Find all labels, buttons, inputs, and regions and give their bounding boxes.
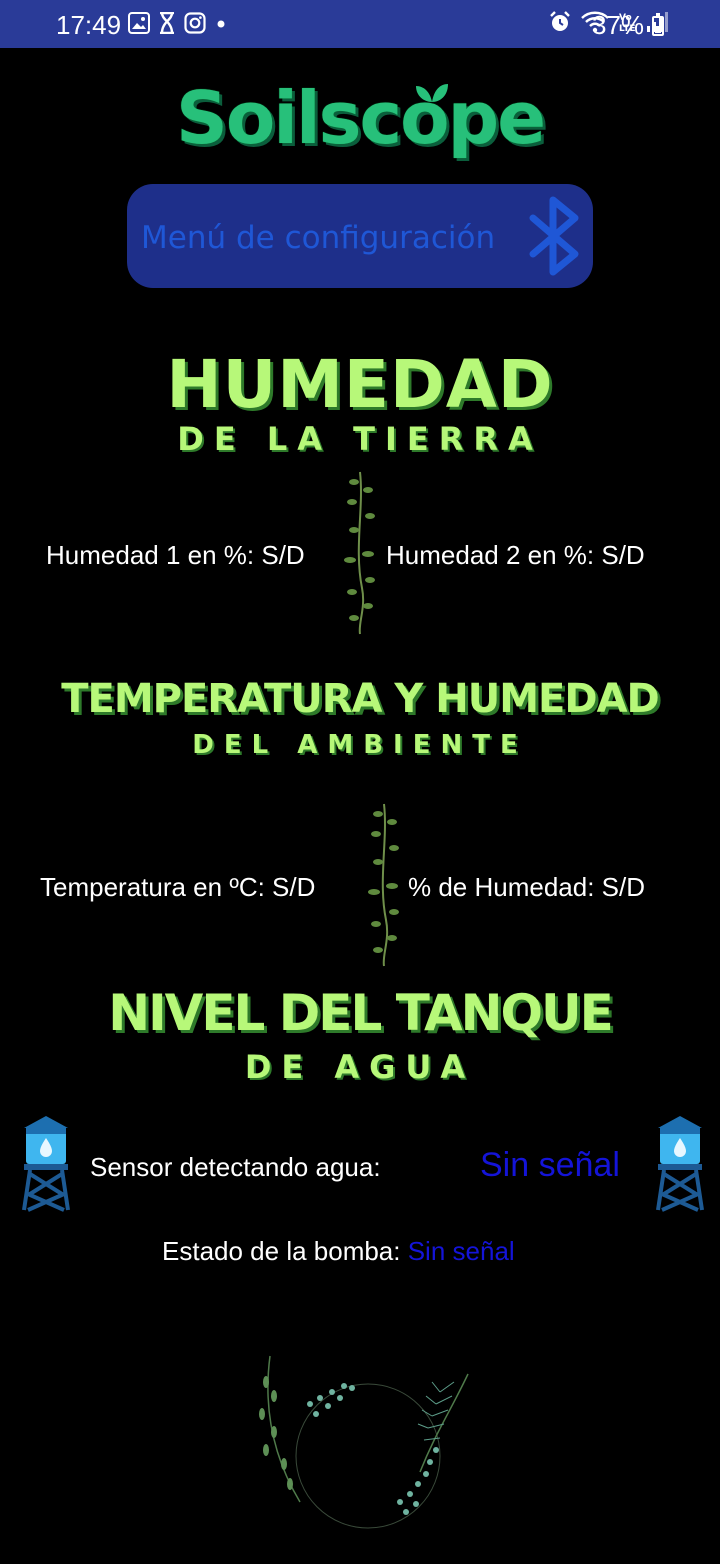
- tank-level-title: NIVEL DEL TANQUE: [108, 984, 614, 1042]
- water-tower-icon: [656, 1116, 704, 1212]
- status-bar: 17:49 Vo LTE 37%: [0, 0, 720, 48]
- soil-humidity-1: Humedad 1 en %: S/D: [46, 540, 305, 570]
- plant-sprig-icon: [368, 803, 399, 967]
- ambient-humidity: % de Humedad: S/D: [408, 872, 646, 902]
- bluetooth-icon: [529, 196, 579, 276]
- plant-sprig-icon: [344, 471, 375, 635]
- water-sensor-label: Sensor detectando agua:: [90, 1152, 381, 1182]
- config-menu-label: Menú de configuración: [141, 220, 496, 256]
- water-sensor-value: Sin señal: [480, 1146, 620, 1184]
- leaf-icon: [416, 84, 448, 102]
- app-logo: Soilscope: [175, 76, 546, 160]
- ambient-temperature: Temperatura en ºC: S/D: [40, 872, 316, 902]
- battery-icon: [652, 13, 664, 36]
- pump-status-value: Sin señal: [407, 1236, 515, 1266]
- soil-humidity-subtitle: DE LA TIERRA: [177, 420, 543, 458]
- ambient-subtitle: DEL AMBIENTE: [192, 730, 528, 760]
- soil-humidity-2: Humedad 2 en %: S/D: [386, 540, 645, 570]
- battery-percent: 37%: [592, 10, 645, 40]
- tank-level-subtitle: DE AGUA: [244, 1048, 476, 1086]
- notification-icons: [128, 12, 228, 34]
- botanical-wreath-icon: [259, 1355, 469, 1529]
- pump-status-label: Estado de la bomba:: [162, 1236, 408, 1266]
- soil-humidity-title: HUMEDAD: [166, 346, 554, 423]
- config-menu-button[interactable]: Menú de configuración: [127, 184, 593, 288]
- pump-status-line: Estado de la bomba: Sin señal: [162, 1236, 515, 1267]
- ambient-title: TEMPERATURA Y HUMEDAD: [61, 676, 660, 722]
- dot-icon: [217, 20, 225, 28]
- water-tower-icon: [22, 1116, 70, 1212]
- instagram-icon: [184, 12, 206, 34]
- gallery-icon: [128, 12, 150, 34]
- hourglass-icon: [160, 12, 174, 34]
- alarm-icon: [550, 11, 570, 31]
- status-time: 17:49: [56, 10, 122, 40]
